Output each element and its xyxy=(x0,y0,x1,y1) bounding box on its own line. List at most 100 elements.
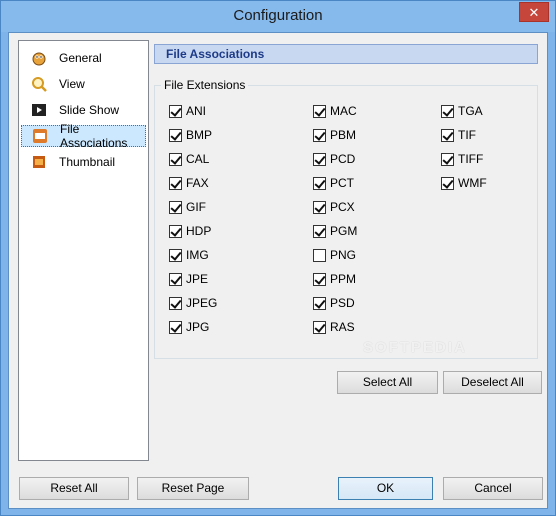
checkbox-label: TIFF xyxy=(458,152,484,166)
checkbox-label: TGA xyxy=(458,104,483,118)
deselect-all-button[interactable]: Deselect All xyxy=(443,371,542,394)
checkbox-box[interactable] xyxy=(313,152,326,166)
checkbox-label: IMG xyxy=(186,248,209,262)
window-title: Configuration xyxy=(233,7,323,24)
cancel-button[interactable]: Cancel xyxy=(443,477,543,500)
checkbox-label: MAC xyxy=(330,104,357,118)
checkbox-box[interactable] xyxy=(169,128,182,142)
checkbox-label: PCD xyxy=(330,152,356,166)
checkbox-box[interactable] xyxy=(169,200,182,214)
checkbox-box[interactable] xyxy=(169,104,182,118)
title-bar[interactable]: Configuration ✕ xyxy=(1,1,555,32)
checkbox-box[interactable] xyxy=(313,272,326,286)
checkbox-box[interactable] xyxy=(441,152,454,166)
checkbox-ppm[interactable]: PPM xyxy=(313,271,356,287)
checkbox-label: GIF xyxy=(186,200,206,214)
checkbox-box[interactable] xyxy=(313,296,326,310)
checkbox-box[interactable] xyxy=(441,128,454,142)
checkbox-box[interactable] xyxy=(169,224,182,238)
nav-item-label: File Associations xyxy=(60,122,128,150)
checkbox-label: BMP xyxy=(186,128,213,142)
checkbox-label: ANI xyxy=(186,104,207,118)
checkbox-pgm[interactable]: PGM xyxy=(313,223,357,239)
checkbox-label: PPM xyxy=(330,272,357,286)
close-button[interactable]: ✕ xyxy=(519,2,549,22)
category-list[interactable]: General View Slide Show File Association… xyxy=(18,40,149,461)
checkbox-box[interactable] xyxy=(441,104,454,118)
checkbox-box[interactable] xyxy=(313,200,326,214)
checkbox-box[interactable] xyxy=(313,248,326,262)
checkbox-label: PCT xyxy=(330,176,354,190)
checkbox-box[interactable] xyxy=(441,176,454,190)
checkbox-box[interactable] xyxy=(313,224,326,238)
file-extensions-label: File Extensions xyxy=(161,78,249,92)
checkbox-label: JPG xyxy=(186,320,210,334)
checkbox-jpeg[interactable]: JPEG xyxy=(169,295,217,311)
checkbox-box[interactable] xyxy=(169,272,182,286)
configuration-window: Configuration ✕ General View Slide Show … xyxy=(0,0,556,516)
nav-item-label: General xyxy=(59,51,102,65)
checkbox-label: JPE xyxy=(186,272,209,286)
checkbox-label: JPEG xyxy=(186,296,218,310)
checkbox-tga[interactable]: TGA xyxy=(441,103,483,119)
checkbox-label: WMF xyxy=(458,176,487,190)
section-title: File Associations xyxy=(166,47,265,61)
checkbox-cal[interactable]: CAL xyxy=(169,151,209,167)
checkbox-pct[interactable]: PCT xyxy=(313,175,354,191)
section-header: File Associations xyxy=(154,44,538,64)
checkbox-box[interactable] xyxy=(169,320,182,334)
nav-item-label: Slide Show xyxy=(59,103,120,117)
checkbox-box[interactable] xyxy=(169,296,182,310)
ok-button[interactable]: OK xyxy=(338,477,433,500)
checkbox-ras[interactable]: RAS xyxy=(313,319,355,335)
checkbox-label: PCX xyxy=(330,200,355,214)
checkbox-bmp[interactable]: BMP xyxy=(169,127,212,143)
nav-item-file-associations[interactable]: File Associations xyxy=(21,122,146,150)
checkbox-gif[interactable]: GIF xyxy=(169,199,206,215)
general-icon xyxy=(31,50,47,66)
checkbox-jpg[interactable]: JPG xyxy=(169,319,209,335)
checkbox-label: TIF xyxy=(458,128,476,142)
checkbox-label: PSD xyxy=(330,296,355,310)
checkbox-label: PBM xyxy=(330,128,357,142)
checkbox-psd[interactable]: PSD xyxy=(313,295,355,311)
checkbox-tif[interactable]: TIF xyxy=(441,127,476,143)
dialog-client-area: General View Slide Show File Association… xyxy=(8,32,548,509)
select-all-button[interactable]: Select All xyxy=(337,371,438,394)
checkbox-box[interactable] xyxy=(313,128,326,142)
checkbox-jpe[interactable]: JPE xyxy=(169,271,208,287)
slideshow-icon xyxy=(31,102,47,118)
softpedia-watermark: SOFTPEDIA xyxy=(363,339,467,356)
checkbox-pbm[interactable]: PBM xyxy=(313,127,356,143)
reset-page-button[interactable]: Reset Page xyxy=(137,477,249,500)
checkbox-box[interactable] xyxy=(313,320,326,334)
checkbox-pcx[interactable]: PCX xyxy=(313,199,355,215)
reset-all-button[interactable]: Reset All xyxy=(19,477,129,500)
checkbox-fax[interactable]: FAX xyxy=(169,175,209,191)
nav-item-view[interactable]: View xyxy=(21,73,146,95)
checkbox-box[interactable] xyxy=(313,176,326,190)
checkbox-png[interactable]: PNG xyxy=(313,247,356,263)
nav-item-thumbnail[interactable]: Thumbnail xyxy=(21,151,146,173)
checkbox-hdp[interactable]: HDP xyxy=(169,223,211,239)
checkbox-box[interactable] xyxy=(169,248,182,262)
checkbox-pcd[interactable]: PCD xyxy=(313,151,355,167)
thumbnail-icon xyxy=(31,154,47,170)
checkbox-ani[interactable]: ANI xyxy=(169,103,206,119)
checkbox-label: PNG xyxy=(330,248,357,262)
checkbox-label: RAS xyxy=(330,320,355,334)
nav-item-slide-show[interactable]: Slide Show xyxy=(21,99,146,121)
checkbox-label: CAL xyxy=(186,152,210,166)
nav-item-label: View xyxy=(59,77,85,91)
nav-item-label: Thumbnail xyxy=(59,155,116,169)
nav-item-general[interactable]: General xyxy=(21,47,146,69)
checkbox-label: FAX xyxy=(186,176,209,190)
checkbox-box[interactable] xyxy=(169,152,182,166)
checkbox-box[interactable] xyxy=(169,176,182,190)
checkbox-tiff[interactable]: TIFF xyxy=(441,151,483,167)
checkbox-wmf[interactable]: WMF xyxy=(441,175,487,191)
checkbox-mac[interactable]: MAC xyxy=(313,103,357,119)
magnifier-icon xyxy=(31,76,47,92)
checkbox-img[interactable]: IMG xyxy=(169,247,209,263)
checkbox-box[interactable] xyxy=(313,104,326,118)
